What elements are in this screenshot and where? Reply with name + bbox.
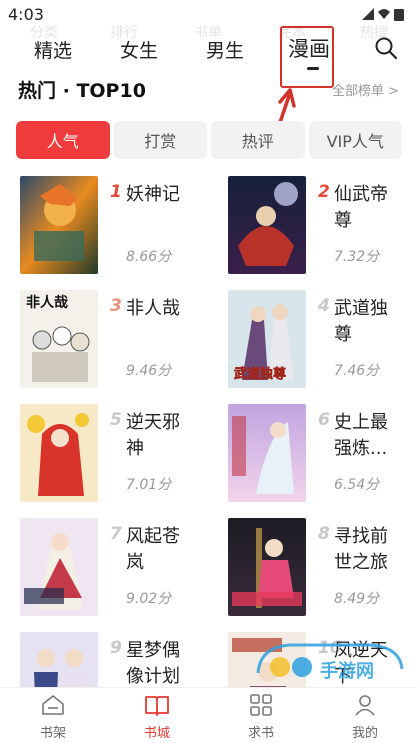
cover-image: 非人哉 (20, 290, 98, 388)
rank-number: 2 (318, 182, 330, 202)
section-title: 热门 · TOP10 (18, 80, 146, 102)
nav-request-book[interactable]: 求书 (226, 694, 296, 741)
comic-title: 寻找前世之旅 (334, 526, 388, 573)
all-rankings-link[interactable]: 全部榜单 > (332, 80, 399, 99)
comic-score: 7.46分 (334, 363, 380, 379)
ranking-item[interactable]: 1 妖神记 8.66分 (20, 176, 210, 276)
ranking-item[interactable]: 7 风起苍岚 9.02分 (20, 518, 210, 618)
rank-number: 7 (110, 524, 122, 544)
ranking-item[interactable]: 8 寻找前世之旅 8.49分 (228, 518, 418, 618)
open-book-icon (145, 696, 169, 716)
segment-tips[interactable]: 打赏 (113, 121, 207, 159)
cover-image (20, 176, 98, 274)
cover-image (20, 404, 98, 502)
top-tabs: 精选 女生 男生 漫画 (0, 30, 418, 70)
tab-male[interactable]: 男生 (206, 36, 244, 63)
segment-hot-comments[interactable]: 热评 (211, 121, 305, 159)
cover-image (228, 404, 306, 502)
comic-title: 逆天邪神 (126, 412, 180, 459)
tab-featured[interactable]: 精选 (34, 36, 72, 63)
comic-score: 8.49分 (334, 591, 380, 607)
cover-image (228, 176, 306, 274)
comic-title: 妖神记 (126, 184, 180, 205)
tab-female[interactable]: 女生 (120, 36, 158, 63)
nav-label: 我的 (351, 726, 378, 741)
signal-battery-icon (362, 8, 404, 21)
ranking-item[interactable]: 非人哉 3 非人哉 9.46分 (20, 290, 210, 390)
comic-title: 风起苍岚 (126, 526, 180, 573)
comic-score: 9.46分 (126, 363, 172, 379)
bottom-navigation: 书架 书城 求书 我的 (0, 687, 418, 743)
comic-title: 非人哉 (126, 298, 180, 319)
cover-image: 武道独尊 (228, 290, 306, 388)
comic-score: 7.32分 (334, 249, 380, 265)
ranking-item[interactable]: 2 仙武帝尊 7.32分 (228, 176, 418, 276)
comic-score: 9.02分 (126, 591, 172, 607)
cover-image (20, 518, 98, 616)
nav-label: 求书 (247, 726, 274, 741)
comic-score: 7.01分 (126, 477, 172, 493)
cover-title-text: 非人哉 (26, 294, 68, 311)
cover-image (228, 518, 306, 616)
cover-title-text: 武道独尊 (234, 366, 286, 382)
highlight-box (280, 26, 334, 88)
segment-vip-popularity[interactable]: VIP人气 (308, 121, 402, 159)
rank-number: 5 (110, 410, 122, 430)
comic-title: 仙武帝尊 (334, 184, 388, 231)
rank-number: 9 (110, 638, 122, 658)
nav-bookstore[interactable]: 书城 (122, 694, 192, 741)
rank-number: 1 (110, 182, 122, 202)
comic-title: 星梦偶像计划 (126, 640, 180, 687)
nav-label: 书城 (143, 726, 170, 741)
search-icon[interactable] (374, 36, 398, 60)
rank-number: 4 (318, 296, 330, 316)
rank-number: 6 (318, 410, 330, 430)
ranking-segments: 人气 打赏 热评 VIP人气 (16, 121, 402, 159)
profile-icon (355, 695, 375, 716)
ranking-item[interactable]: 武道独尊 4 武道独尊 7.46分 (228, 290, 418, 390)
nav-profile[interactable]: 我的 (330, 694, 400, 741)
watermark-text: 手游网 (320, 660, 374, 682)
rank-number: 8 (318, 524, 330, 544)
ranking-item[interactable]: 5 逆天邪神 7.01分 (20, 404, 210, 504)
rank-number: 3 (110, 296, 122, 316)
comic-title: 史上最强炼... (334, 412, 388, 459)
grid-icon (250, 694, 272, 716)
nav-bookshelf[interactable]: 书架 (18, 694, 88, 741)
comic-score: 8.66分 (126, 249, 172, 265)
bookshelf-icon (42, 695, 64, 715)
segment-popularity[interactable]: 人气 (16, 121, 110, 159)
nav-label: 书架 (39, 726, 66, 741)
comic-title: 武道独尊 (334, 298, 388, 345)
watermark-logo: 手游网 (256, 643, 404, 682)
comic-score: 6.54分 (334, 477, 380, 493)
ranking-item[interactable]: 6 史上最强炼... 6.54分 (228, 404, 418, 504)
